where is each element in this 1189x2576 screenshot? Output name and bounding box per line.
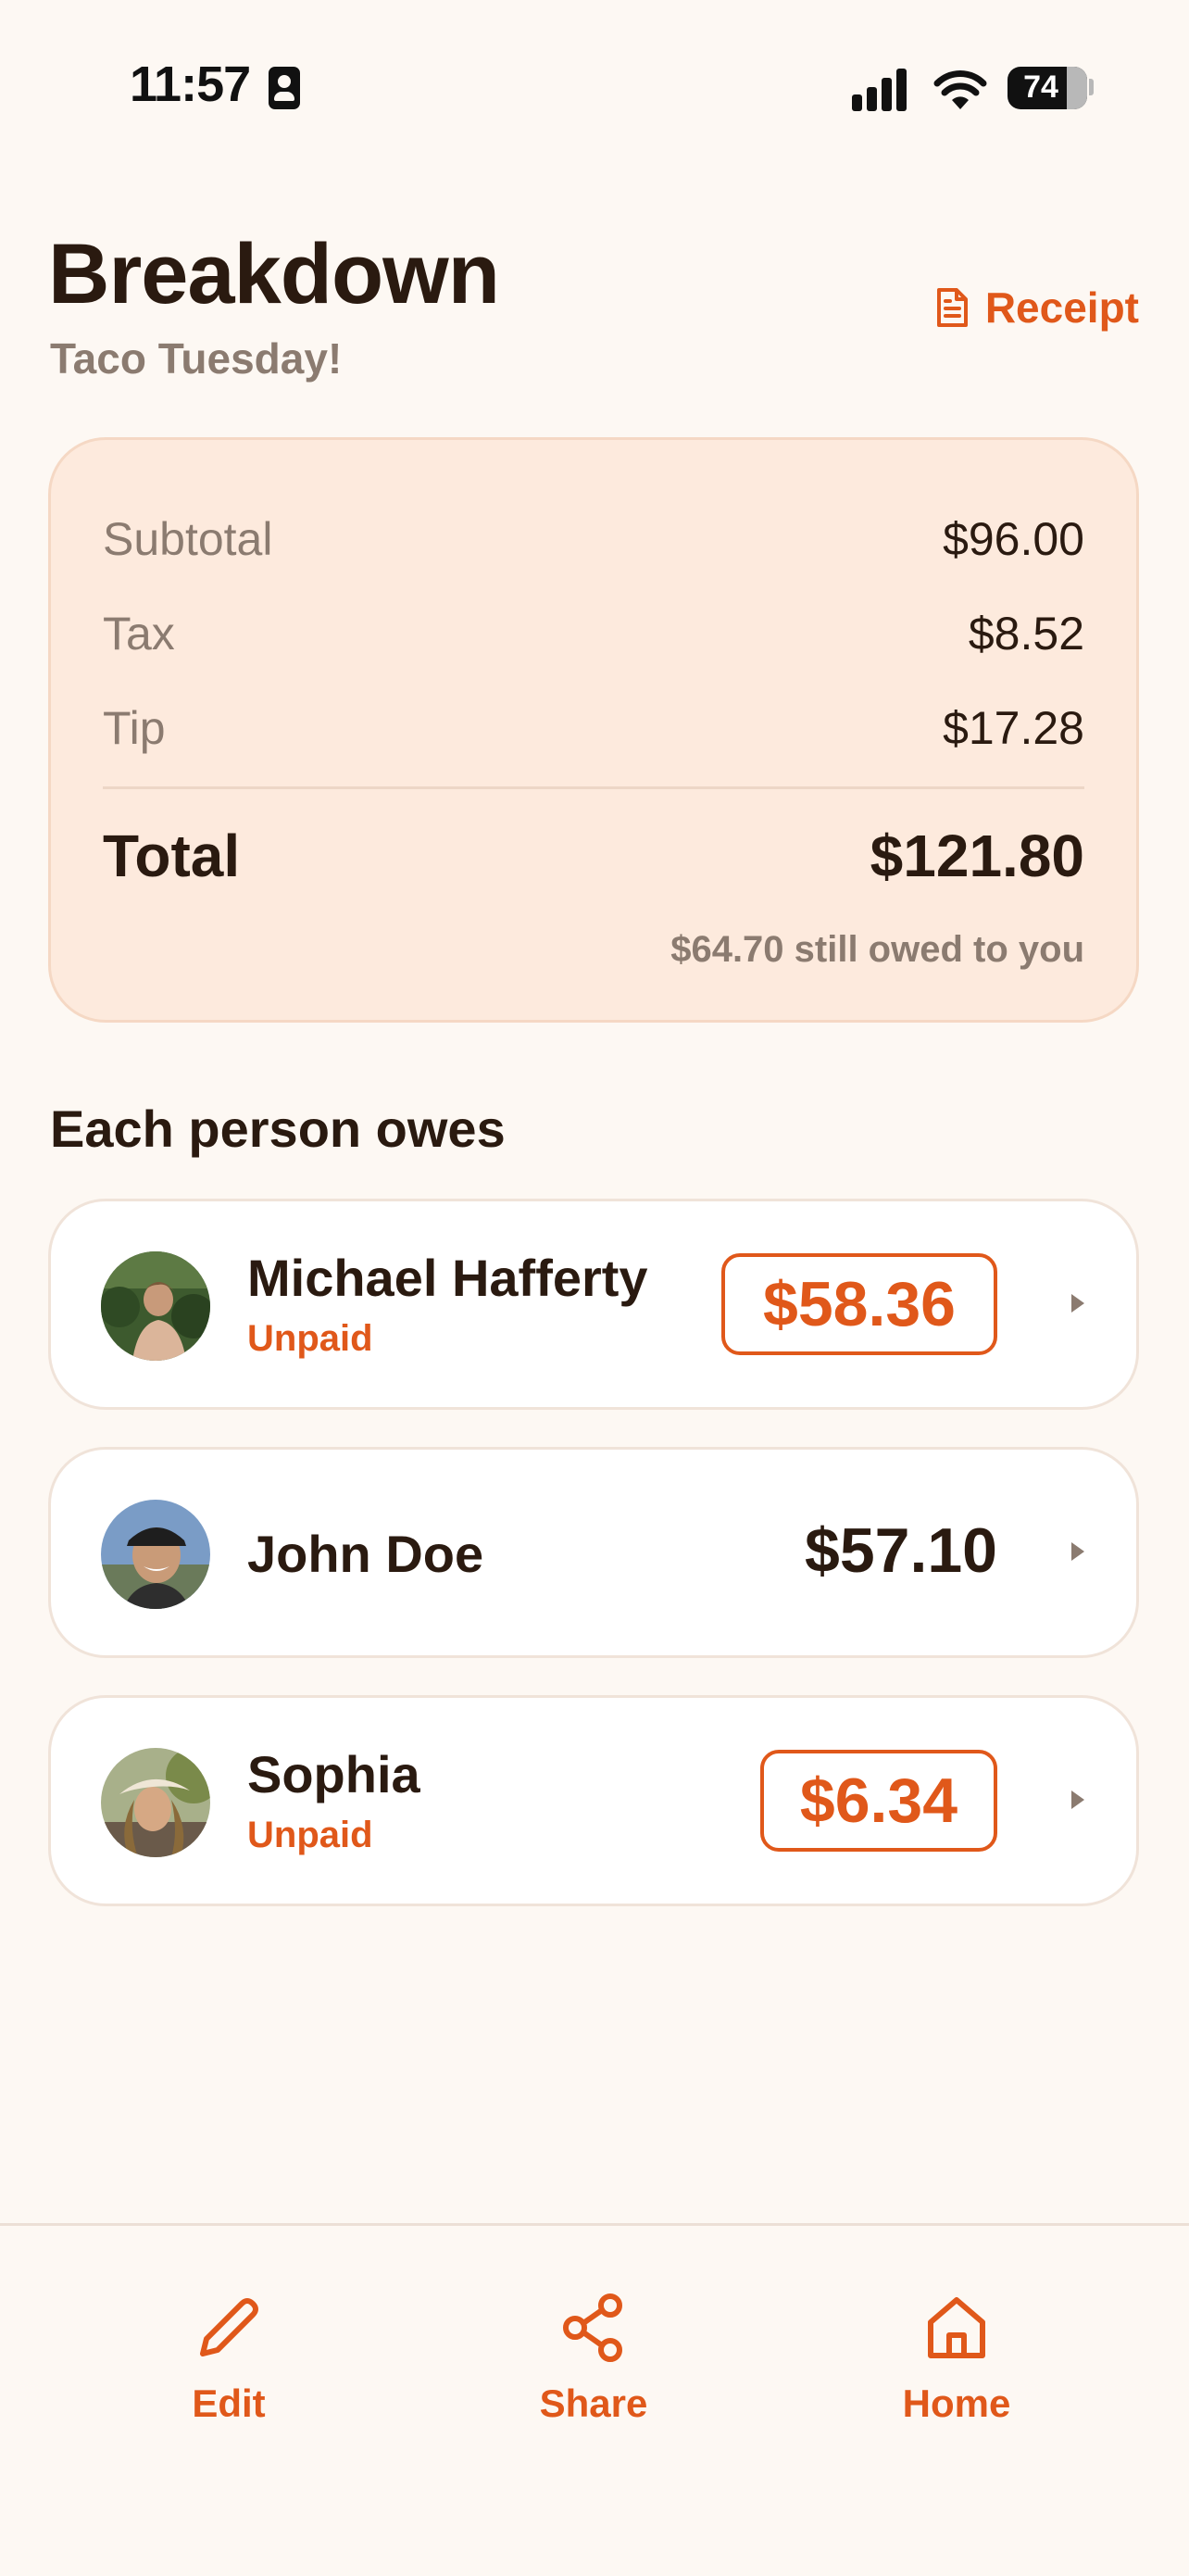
home-label: Home	[902, 2381, 1011, 2425]
person-card[interactable]: Sophia Unpaid $6.34	[48, 1695, 1139, 1906]
payment-status: Unpaid	[247, 1815, 373, 1855]
tax-row: Tax $8.52	[103, 607, 1084, 660]
battery-icon: 74	[1008, 67, 1087, 109]
status-bar: 11:57 74	[0, 0, 1189, 139]
battery-level: 74	[1023, 69, 1058, 105]
page-title: Breakdown	[48, 227, 500, 321]
status-time: 11:57	[130, 57, 251, 112]
person-card[interactable]: Michael Hafferty Unpaid $58.36	[48, 1199, 1139, 1410]
pencil-icon	[200, 2298, 258, 2356]
home-icon	[928, 2297, 985, 2358]
total-value: $121.80	[870, 823, 1084, 889]
subtotal-label: Subtotal	[103, 513, 273, 565]
edit-button[interactable]: Edit	[118, 2291, 340, 2426]
person-name: John Doe	[247, 1525, 484, 1583]
battery-nub	[1089, 79, 1094, 95]
tip-row: Tip $17.28	[103, 701, 1084, 755]
contact-card-icon	[269, 67, 300, 109]
amount-owed[interactable]: $6.34	[760, 1750, 997, 1852]
tax-label: Tax	[103, 608, 175, 660]
edit-label: Edit	[192, 2381, 266, 2425]
chevron-right-icon	[1071, 1294, 1084, 1313]
payment-status: Unpaid	[247, 1318, 373, 1359]
bottom-nav: Edit Share Home	[0, 2223, 1189, 2576]
receipt-label: Receipt	[984, 283, 1139, 332]
person-name: Sophia	[247, 1745, 420, 1803]
signal-icon	[852, 67, 917, 111]
subtotal-value: $96.00	[943, 513, 1084, 565]
amount-owed[interactable]: $58.36	[721, 1253, 997, 1355]
receipt-icon	[936, 288, 968, 327]
chevron-right-icon	[1071, 1791, 1084, 1809]
person-name: Michael Hafferty	[247, 1249, 648, 1307]
receipt-button[interactable]: Receipt	[933, 278, 1139, 337]
tip-label: Tip	[103, 702, 166, 754]
wifi-icon	[933, 70, 987, 109]
summary-divider	[103, 786, 1084, 789]
total-label: Total	[103, 823, 241, 889]
chevron-right-icon	[1071, 1542, 1084, 1561]
avatar	[101, 1748, 210, 1857]
share-label: Share	[539, 2381, 648, 2425]
tax-value: $8.52	[968, 608, 1084, 660]
page-subtitle: Taco Tuesday!	[50, 334, 343, 383]
share-icon	[563, 2293, 622, 2362]
avatar	[101, 1251, 210, 1361]
owed-note: $64.70 still owed to you	[670, 929, 1084, 970]
avatar	[101, 1500, 210, 1609]
home-button[interactable]: Home	[845, 2291, 1068, 2426]
section-title: Each person owes	[50, 1100, 506, 1158]
share-button[interactable]: Share	[482, 2291, 705, 2426]
subtotal-row: Subtotal $96.00	[103, 512, 1084, 566]
person-card[interactable]: John Doe $57.10	[48, 1447, 1139, 1658]
total-row: Total $121.80	[103, 822, 1084, 890]
amount-owed[interactable]: $57.10	[805, 1514, 997, 1587]
summary-card: Subtotal $96.00 Tax $8.52 Tip $17.28 Tot…	[48, 437, 1139, 1023]
tip-value: $17.28	[943, 702, 1084, 754]
